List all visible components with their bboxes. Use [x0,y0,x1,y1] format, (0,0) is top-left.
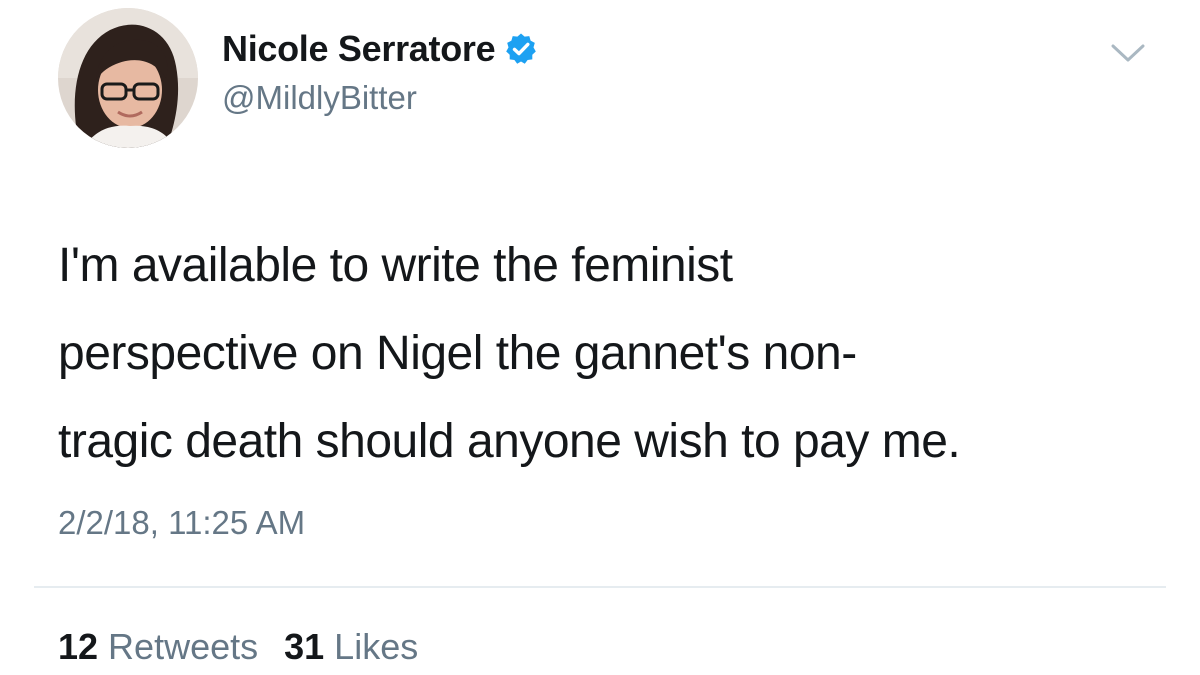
likes-count: 31 [284,626,325,667]
avatar-image [58,8,198,148]
verified-badge-icon [504,32,538,66]
tweet-menu-button[interactable] [1106,36,1150,72]
divider [34,586,1166,588]
tweet-text-line: perspective on Nigel the gannet's non- [58,327,857,380]
tweet-text: I'm available to write the feminist pers… [58,222,1158,486]
tweet-stats: 12 Retweets 31 Likes [58,626,418,668]
avatar[interactable] [58,8,198,148]
tweet-card: Nicole Serratore @MildlyBitter I'm avail… [0,0,1200,675]
tweet-text-line: tragic death should anyone wish to pay m… [58,415,961,468]
retweets-label: Retweets [108,626,259,667]
user-handle[interactable]: @MildlyBitter [222,79,417,117]
tweet-timestamp[interactable]: 2/2/18, 11:25 AM [58,504,305,542]
author-name-row: Nicole Serratore [222,22,538,76]
likes-label: Likes [334,626,419,667]
likes-stat[interactable]: 31 Likes [284,626,418,668]
retweets-stat[interactable]: 12 Retweets [58,626,258,668]
tweet-text-line: I'm available to write the feminist [58,239,733,292]
retweets-count: 12 [58,626,99,667]
chevron-down-icon [1111,44,1145,62]
display-name[interactable]: Nicole Serratore [222,28,496,70]
